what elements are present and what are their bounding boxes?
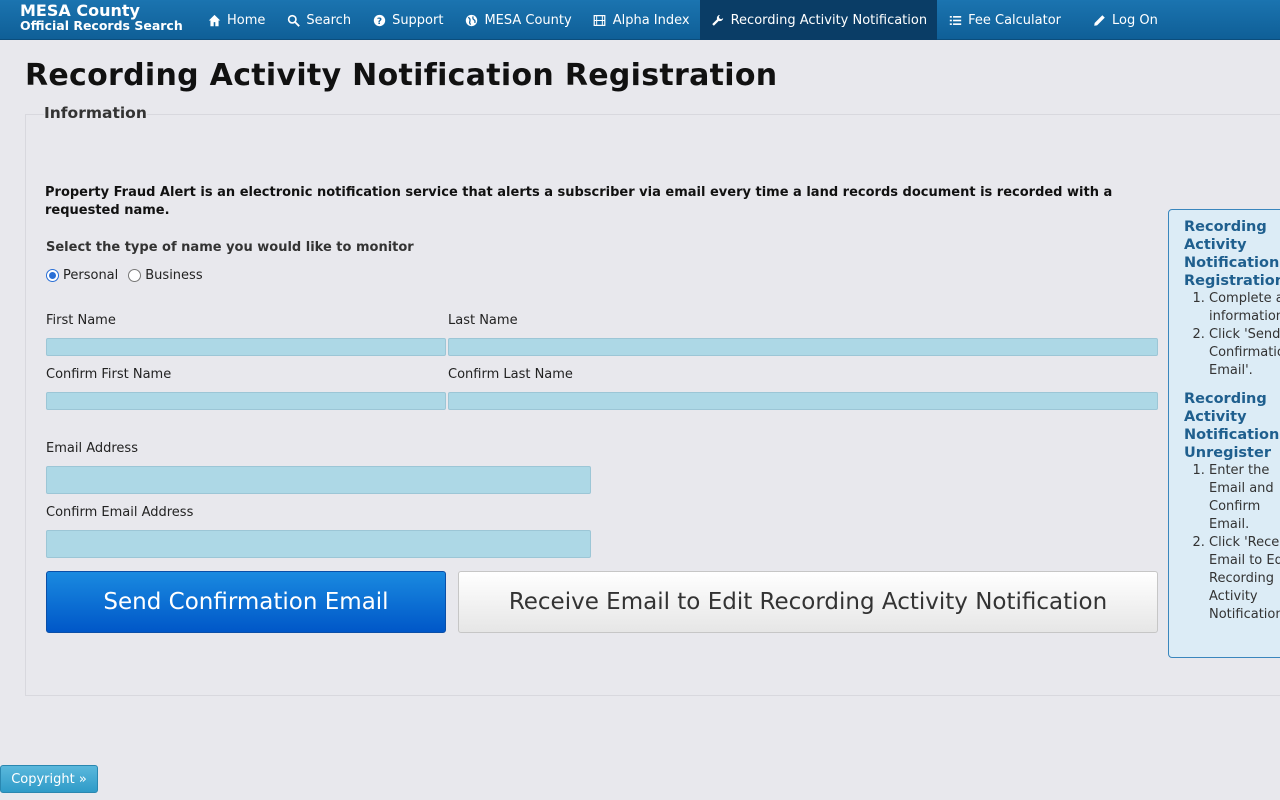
question-icon: ? (371, 12, 387, 28)
confirm-last-name-input[interactable] (448, 392, 1158, 410)
pencil-icon (1091, 12, 1107, 28)
confirm-email-label: Confirm Email Address (46, 505, 194, 520)
list-item: Click 'Send Confirmation Email'. (1209, 326, 1280, 380)
last-name-input[interactable] (448, 338, 1158, 356)
copyright-button[interactable]: Copyright » (0, 765, 98, 793)
nav-fee-calculator-label: Fee Calculator (968, 12, 1062, 28)
confirm-first-name-label: Confirm First Name (46, 367, 172, 382)
top-navbar: MESA County Official Records Search Home… (0, 0, 1280, 40)
radio-business-button[interactable] (128, 269, 142, 282)
main-nav: Home Search ? Support MESA County Alpha … (196, 0, 1168, 40)
radio-personal-label: Personal (63, 268, 119, 283)
nav-mesa-county-label: MESA County (484, 12, 572, 28)
brand-logo[interactable]: MESA County Official Records Search (20, 3, 183, 33)
confirm-first-name-input[interactable] (46, 392, 446, 410)
confirm-last-name-label: Confirm Last Name (448, 367, 573, 382)
nav-recording-activity-notification-label: Recording Activity Notification (730, 12, 928, 28)
email-input[interactable] (46, 466, 591, 494)
nav-alpha-index[interactable]: Alpha Index (582, 0, 700, 40)
nav-log-on-label: Log On (1112, 12, 1158, 28)
brand-title: MESA County (20, 1, 140, 20)
send-confirmation-email-button[interactable]: Send Confirmation Email (46, 571, 446, 633)
brand-subtitle: Official Records Search (20, 18, 183, 33)
first-name-label: First Name (46, 313, 116, 328)
film-icon (592, 12, 608, 28)
radio-personal[interactable]: Personal (46, 268, 118, 283)
intro-text: Property Fraud Alert is an electronic no… (45, 185, 1113, 218)
list-item: Complete all information (1209, 290, 1280, 326)
list-item: Click 'Receive Email to Edit Recording A… (1209, 534, 1280, 624)
nav-support-label: Support (392, 12, 444, 28)
confirm-email-input[interactable] (46, 530, 591, 558)
help-side-panel: Recording Activity Notification Registra… (1168, 209, 1280, 658)
name-type-label: Select the type of name you would like t… (46, 240, 414, 255)
last-name-label: Last Name (448, 313, 518, 328)
nav-home[interactable]: Home (196, 0, 275, 40)
svg-text:?: ? (376, 16, 381, 26)
nav-mesa-county[interactable]: MESA County (453, 0, 581, 40)
home-icon (206, 12, 222, 28)
radio-personal-button[interactable] (46, 269, 59, 282)
nav-home-label: Home (227, 12, 266, 28)
nav-alpha-index-label: Alpha Index (612, 12, 690, 28)
nav-search-label: Search (306, 12, 352, 28)
nav-support[interactable]: ? Support (361, 0, 453, 40)
nav-recording-activity-notification[interactable]: Recording Activity Notification (699, 0, 938, 40)
fieldset-legend: Information (44, 104, 147, 122)
receive-edit-email-button[interactable]: Receive Email to Edit Recording Activity… (458, 571, 1158, 633)
nav-log-on[interactable]: Log On (1071, 0, 1168, 40)
page-title: Recording Activity Notification Registra… (25, 58, 778, 93)
radio-business[interactable]: Business (128, 268, 203, 283)
side-unregister-heading: Recording Activity Notification Unregist… (1184, 391, 1280, 461)
search-icon (285, 12, 301, 28)
globe-icon (463, 12, 479, 28)
name-type-radio-group: Personal Business (46, 268, 213, 283)
side-unregister-steps: Enter the Email and Confirm Email. Click… (1184, 462, 1280, 624)
email-label: Email Address (46, 441, 138, 456)
wrench-icon (710, 12, 726, 28)
side-register-steps: Complete all information Click 'Send Con… (1184, 290, 1280, 380)
list-icon (947, 12, 963, 28)
side-register-heading: Recording Activity Notification Registra… (1184, 219, 1280, 289)
first-name-input[interactable] (46, 338, 446, 356)
list-item: Enter the Email and Confirm Email. (1209, 462, 1280, 534)
nav-search[interactable]: Search (275, 0, 361, 40)
radio-business-label: Business (145, 268, 203, 283)
nav-fee-calculator[interactable]: Fee Calculator (937, 0, 1071, 40)
